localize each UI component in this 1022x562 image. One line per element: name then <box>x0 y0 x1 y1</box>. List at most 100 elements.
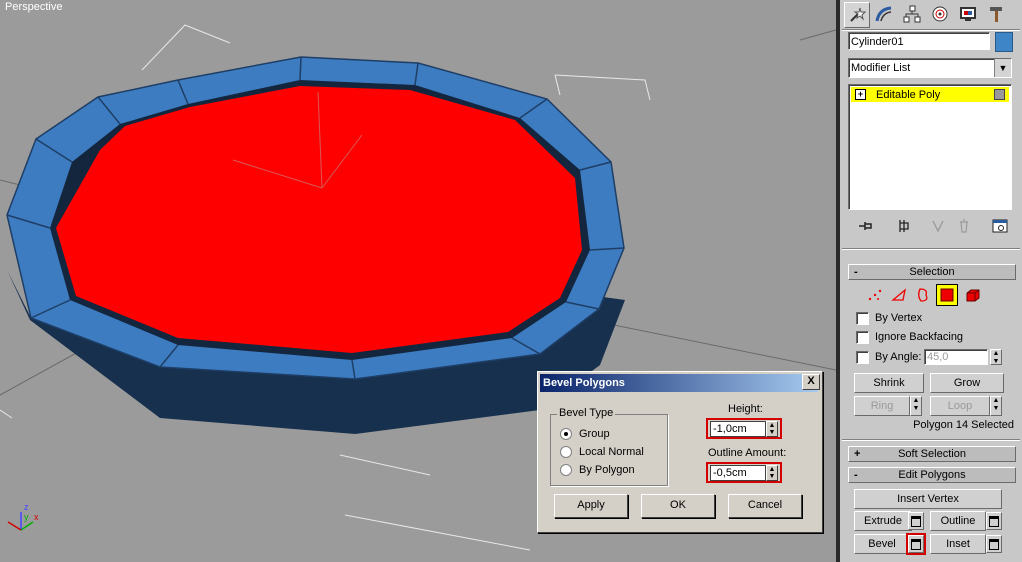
checkbox[interactable] <box>856 311 869 325</box>
extrude-button[interactable]: Extrude <box>854 511 912 531</box>
grow-button[interactable]: Grow <box>930 373 1004 393</box>
create-tab[interactable] <box>844 2 870 28</box>
display-icon <box>960 7 976 21</box>
by-angle-spinner[interactable]: ▲ ▼ <box>990 349 1002 365</box>
apply-button[interactable]: Apply <box>554 494 628 518</box>
bevel-settings-icon[interactable] <box>906 533 926 555</box>
height-label: Height: <box>728 403 763 415</box>
soft-selection-rollout-title: Soft Selection <box>898 448 966 460</box>
modify-tab[interactable] <box>872 2 896 26</box>
by-polygon-label: By Polygon <box>579 464 635 476</box>
ring-button[interactable]: Ring <box>854 396 910 416</box>
outline-amount-label: Outline Amount: <box>708 447 787 459</box>
border-icon[interactable] <box>912 284 934 306</box>
by-angle-field[interactable]: 45,0 <box>924 349 988 365</box>
object-color-swatch[interactable] <box>995 32 1013 52</box>
group-radio[interactable]: Group <box>560 426 610 442</box>
element-icon[interactable] <box>962 284 984 306</box>
close-icon[interactable]: X <box>802 374 820 390</box>
show-end-result-icon[interactable] <box>894 216 914 236</box>
group-label: Group <box>579 428 610 440</box>
edit-polygons-rollout-header[interactable]: - Edit Polygons <box>848 467 1016 483</box>
checkbox[interactable] <box>856 350 869 364</box>
motion-icon <box>932 6 948 22</box>
remove-modifier-icon[interactable] <box>954 216 974 236</box>
shrink-button[interactable]: Shrink <box>854 373 924 393</box>
edge-icon[interactable] <box>888 284 910 306</box>
create-icon <box>850 7 866 22</box>
polygon-icon[interactable] <box>936 284 958 306</box>
outline-button[interactable]: Outline <box>930 511 986 531</box>
ignore-backfacing-label: Ignore Backfacing <box>875 331 964 343</box>
soft-selection-rollout-header[interactable]: + Soft Selection <box>848 446 1016 462</box>
selection-status: Polygon 14 Selected <box>913 419 1014 431</box>
divider <box>842 29 1020 31</box>
expand-icon: + <box>854 448 861 460</box>
by-angle-checkbox[interactable]: By Angle: <box>856 349 921 365</box>
display-tab[interactable] <box>956 2 980 26</box>
loop-button[interactable]: Loop <box>930 396 990 416</box>
configure-modifier-sets-icon[interactable] <box>990 216 1010 236</box>
checkbox[interactable] <box>856 330 869 344</box>
utilities-tab[interactable] <box>984 2 1008 26</box>
insert-vertex-button[interactable]: Insert Vertex <box>854 489 1002 509</box>
by-polygon-radio[interactable]: By Polygon <box>560 462 635 478</box>
modify-icon <box>875 6 892 22</box>
ring-spinner[interactable]: ▲ ▼ <box>910 396 922 416</box>
viewport-label[interactable]: Perspective <box>5 1 62 13</box>
utilities-icon <box>990 7 1002 22</box>
stack-item-editable-poly[interactable]: + Editable Poly <box>851 87 1009 102</box>
chevron-down-icon[interactable]: ▼ <box>994 59 1011 77</box>
axis-tripod-icon <box>7 512 34 531</box>
height-field[interactable]: -1,0cm <box>710 421 766 437</box>
extrude-settings-icon[interactable] <box>908 512 924 530</box>
object-name-field[interactable]: Cylinder01 <box>848 32 990 50</box>
radio-button[interactable] <box>560 464 572 476</box>
cancel-button[interactable]: Cancel <box>728 494 802 518</box>
inset-button[interactable]: Inset <box>930 534 986 554</box>
local-normal-label: Local Normal <box>579 446 644 458</box>
motion-tab[interactable] <box>928 2 952 26</box>
bevel-polygons-dialog: Bevel Polygons X Bevel Type Group Local … <box>537 371 823 533</box>
axis-label-z: z <box>24 502 29 512</box>
ignore-backfacing-checkbox[interactable]: Ignore Backfacing <box>856 329 963 345</box>
hierarchy-icon <box>903 5 921 23</box>
bevel-button[interactable]: Bevel <box>854 534 910 554</box>
axis-label-x: x <box>34 512 39 522</box>
ok-button[interactable]: OK <box>641 494 715 518</box>
stack-item-toggle-icon[interactable] <box>994 89 1005 100</box>
collapse-icon: - <box>854 266 858 278</box>
selection-rollout-title: Selection <box>909 266 955 278</box>
dialog-title-bar[interactable]: Bevel Polygons <box>540 374 818 392</box>
divider <box>842 439 1020 441</box>
pin-stack-icon[interactable] <box>856 216 876 236</box>
outline-settings-icon[interactable] <box>986 512 1002 530</box>
edit-polygons-rollout-title: Edit Polygons <box>898 469 966 481</box>
bevel-type-label: Bevel Type <box>557 407 616 419</box>
expand-icon[interactable]: + <box>855 89 866 100</box>
make-unique-icon[interactable] <box>928 216 948 236</box>
outline-amount-spinner[interactable]: ▲ ▼ <box>766 465 778 481</box>
modifier-list-label: Modifier List <box>851 62 911 74</box>
outline-amount-field[interactable]: -0,5cm <box>710 465 766 481</box>
modifier-stack[interactable]: + Editable Poly <box>848 84 1012 210</box>
height-spinner[interactable]: ▲ ▼ <box>766 421 778 437</box>
by-vertex-checkbox[interactable]: By Vertex <box>856 310 922 326</box>
command-panel: Cylinder01 Modifier List ▼ + Editable Po… <box>840 0 1022 562</box>
local-normal-radio[interactable]: Local Normal <box>560 444 644 460</box>
loop-spinner[interactable]: ▲ ▼ <box>990 396 1002 416</box>
by-angle-label: By Angle: <box>875 351 922 363</box>
divider <box>842 248 1020 250</box>
radio-button[interactable] <box>560 428 572 440</box>
collapse-icon: - <box>854 469 858 481</box>
dialog-title: Bevel Polygons <box>543 377 625 389</box>
command-panel-tabs <box>840 0 1022 28</box>
radio-button[interactable] <box>560 446 572 458</box>
vertex-icon[interactable] <box>864 284 886 306</box>
inset-settings-icon[interactable] <box>986 535 1002 553</box>
modifier-list-dropdown[interactable]: Modifier List ▼ <box>848 58 1012 78</box>
subobject-level-icons <box>864 284 994 306</box>
selection-rollout-header[interactable]: - Selection <box>848 264 1016 280</box>
by-vertex-label: By Vertex <box>875 312 923 324</box>
hierarchy-tab[interactable] <box>900 2 924 26</box>
